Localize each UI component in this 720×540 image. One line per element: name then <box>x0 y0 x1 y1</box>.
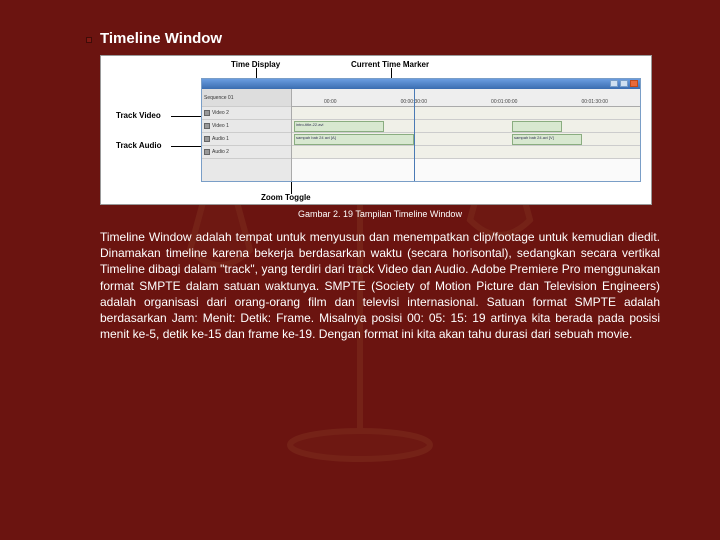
eye-icon <box>204 123 210 129</box>
speaker-icon <box>204 149 210 155</box>
timeline-window: Sequence 01 Video 2 Video 1 Audio 1 Audi… <box>201 78 641 182</box>
label-track-audio: Track Audio <box>116 141 162 150</box>
section-title: Timeline Window <box>100 30 660 47</box>
arrow-icon <box>171 146 201 147</box>
track-header-video1: Video 1 <box>202 120 291 133</box>
audio-clip: sampah bab 24 avi [A] <box>294 134 414 145</box>
time-ruler: 00:00 00:00:30:00 00:01:00:00 00:01:30:0… <box>292 89 640 107</box>
maximize-icon <box>620 80 628 87</box>
current-time-marker <box>414 89 415 181</box>
minimize-icon <box>610 80 618 87</box>
window-titlebar <box>202 79 640 89</box>
slide-content: Timeline Window Time Display Current Tim… <box>0 0 720 362</box>
video-clip: intro-title-22.avi <box>294 121 384 132</box>
timeline-body: Sequence 01 Video 2 Video 1 Audio 1 Audi… <box>202 89 640 181</box>
track-header-audio2: Audio 2 <box>202 146 291 159</box>
eye-icon <box>204 110 210 116</box>
track-audio2 <box>292 146 640 159</box>
video-clip <box>512 121 562 132</box>
arrow-icon <box>291 182 292 194</box>
track-area: 00:00 00:00:30:00 00:01:00:00 00:01:30:0… <box>292 89 640 181</box>
track-header-video2: Video 2 <box>202 107 291 120</box>
bullet-icon <box>86 37 92 43</box>
figure-caption: Gambar 2. 19 Tampilan Timeline Window <box>100 209 660 219</box>
track-video2 <box>292 107 640 120</box>
sequence-tab: Sequence 01 <box>202 89 291 107</box>
track-video1: intro-title-22.avi <box>292 120 640 133</box>
label-zoom-toggle: Zoom Toggle <box>261 193 311 202</box>
figure-container: Time Display Current Time Marker Track V… <box>100 55 652 205</box>
arrow-icon <box>171 116 201 117</box>
audio-clip: sampah bab 24.avi [V] <box>512 134 582 145</box>
body-paragraph: Timeline Window adalah tempat untuk meny… <box>100 229 660 342</box>
close-icon <box>630 80 638 87</box>
speaker-icon <box>204 136 210 142</box>
track-audio1: sampah bab 24 avi [A] sampah bab 24.avi … <box>292 133 640 146</box>
track-header-audio1: Audio 1 <box>202 133 291 146</box>
label-track-video: Track Video <box>116 111 161 120</box>
track-header-panel: Sequence 01 Video 2 Video 1 Audio 1 Audi… <box>202 89 292 181</box>
